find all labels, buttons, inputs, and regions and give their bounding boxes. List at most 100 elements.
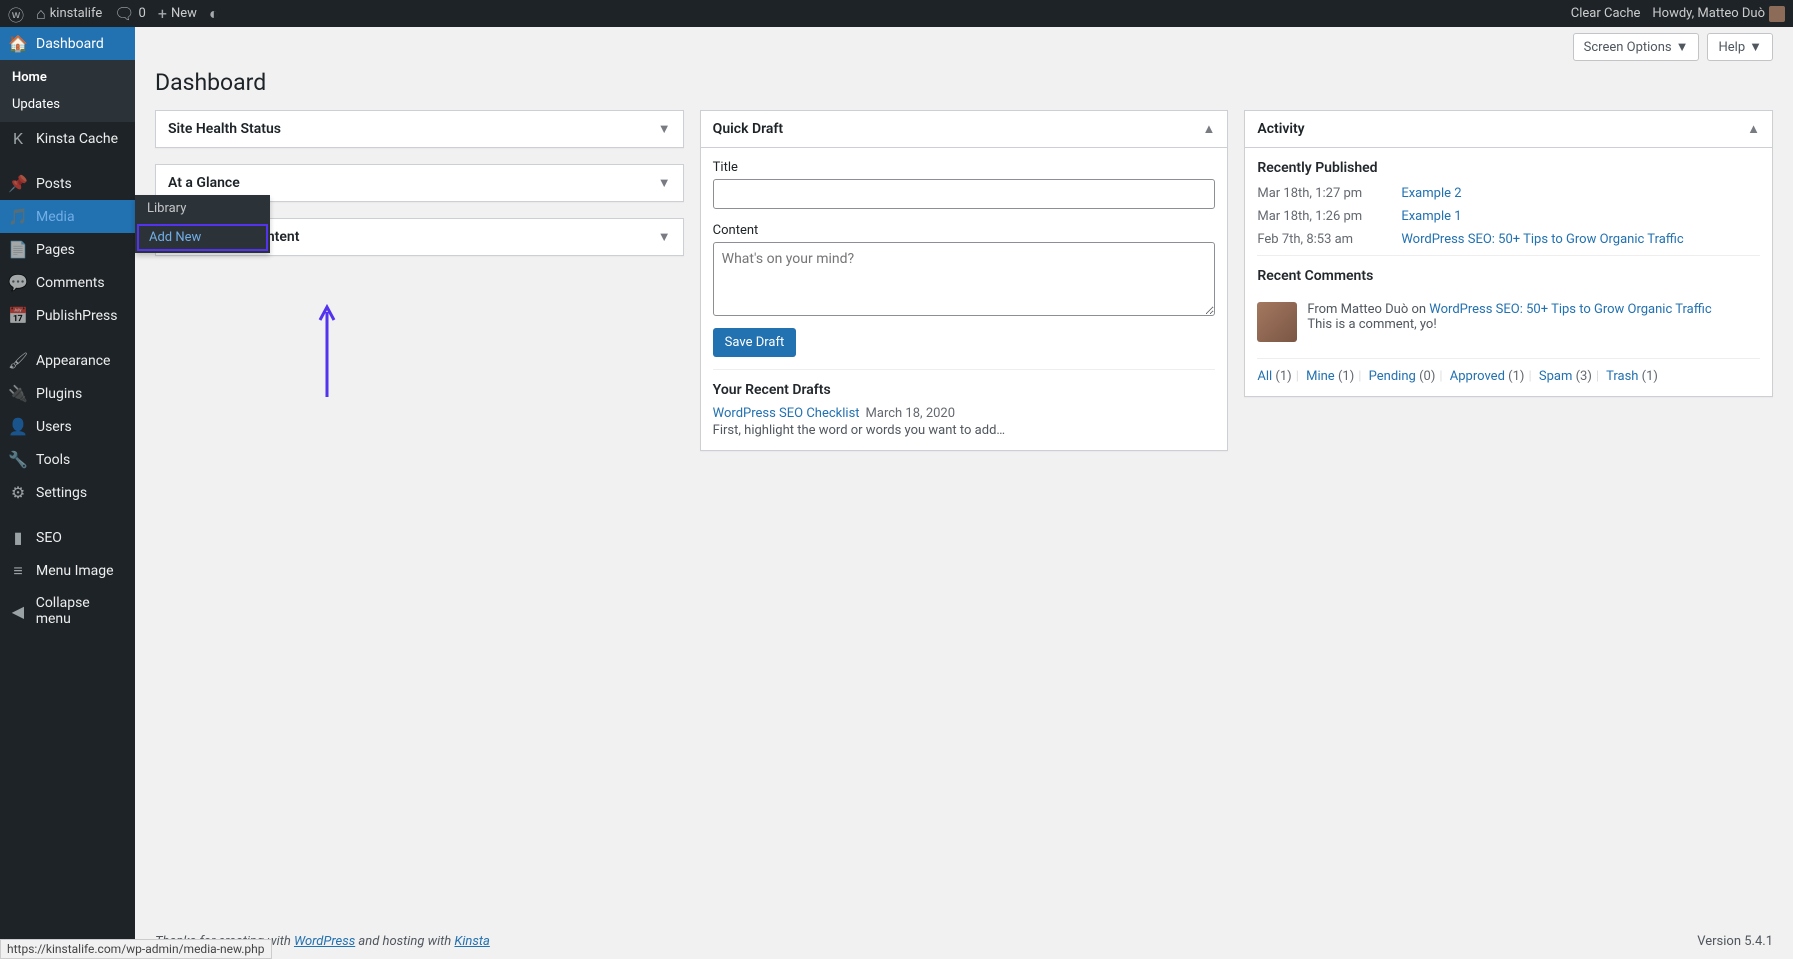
activity-row: Mar 18th, 1:27 pmExample 2 (1257, 186, 1760, 201)
activity-date: Feb 7th, 8:53 am (1257, 232, 1377, 247)
page-title: Dashboard (155, 69, 1773, 96)
metabox-toggle[interactable]: ▲ (1202, 121, 1215, 137)
seo-icon: ▮ (8, 528, 28, 547)
screen-options-label: Screen Options (1584, 40, 1672, 55)
submenu-dashboard: Home Updates (0, 60, 135, 122)
menu-label: Plugins (36, 386, 82, 402)
menu-tools[interactable]: 🔧Tools (0, 443, 135, 476)
activity-link[interactable]: WordPress SEO: 50+ Tips to Grow Organic … (1401, 232, 1683, 247)
menu-label: Menu Image (36, 563, 114, 579)
metabox-quick-draft: Quick Draft▲ Title Content Save Draft Yo… (700, 110, 1229, 451)
menu-settings[interactable]: ⚙Settings (0, 476, 135, 509)
flyout-add-new[interactable]: Add New (137, 224, 268, 251)
menu-seo[interactable]: ▮ SEO (0, 521, 135, 554)
menu-publishpress[interactable]: 📅 PublishPress (0, 299, 135, 332)
metabox-toggle[interactable]: ▼ (658, 175, 671, 191)
filter-mine[interactable]: Mine (1306, 369, 1335, 384)
comments-badge[interactable]: 🗨0 (114, 4, 146, 23)
status-bar-url: https://kinstalife.com/wp-admin/media-ne… (0, 939, 272, 959)
menu-posts[interactable]: 📌 Posts (0, 167, 135, 200)
recent-drafts-title: Your Recent Drafts (713, 382, 1216, 398)
pin-icon: 📌 (8, 174, 28, 193)
main-content: Screen Options ▼ Help ▼ Dashboard Site H… (135, 27, 1793, 959)
media-flyout: Library Add New (135, 195, 270, 253)
menu-users[interactable]: 👤Users (0, 410, 135, 443)
metabox-title: At a Glance (168, 175, 240, 191)
draft-date: March 18, 2020 (866, 406, 956, 421)
flyout-library[interactable]: Library (135, 195, 270, 222)
draft-title-input[interactable] (713, 179, 1216, 209)
filter-trash[interactable]: Trash (1606, 369, 1638, 384)
plus-icon: + (158, 4, 167, 23)
list-icon: ≡ (8, 561, 28, 581)
chevron-down-icon: ▼ (1676, 39, 1689, 55)
menu-media[interactable]: 🎵 Media (0, 200, 135, 233)
pages-icon: 📄 (8, 240, 28, 259)
metabox-toggle[interactable]: ▲ (1747, 121, 1760, 137)
menu-label: Dashboard (36, 36, 104, 52)
menu-label: Media (36, 209, 75, 225)
menu-collapse[interactable]: ◀ Collapse menu (0, 588, 135, 634)
menu-label: SEO (36, 530, 62, 546)
metabox-toggle[interactable]: ▼ (658, 121, 671, 137)
site-name-link[interactable]: ⌂ kinstalife (36, 4, 102, 24)
filter-pending[interactable]: Pending (1369, 369, 1416, 384)
menu-label: Users (36, 419, 72, 435)
menu-label: Comments (36, 275, 105, 291)
menu-label: PublishPress (36, 308, 117, 324)
avatar (1257, 302, 1297, 342)
clear-cache-link[interactable]: Clear Cache (1571, 6, 1641, 21)
howdy-label: Howdy, Matteo Duò (1652, 6, 1765, 21)
menu-pages[interactable]: 📄Pages (0, 233, 135, 266)
save-draft-button[interactable]: Save Draft (713, 328, 797, 357)
yoast-icon: ◐ (209, 4, 219, 24)
metabox-title: Quick Draft (713, 121, 783, 137)
yoast-icon-link[interactable]: ◐ (209, 4, 219, 24)
submenu-home[interactable]: Home (0, 64, 135, 91)
comments-icon: 💬 (8, 273, 28, 292)
filter-all[interactable]: All (1257, 369, 1272, 384)
menu-label: Kinsta Cache (36, 131, 118, 147)
comment-post-link[interactable]: WordPress SEO: 50+ Tips to Grow Organic … (1429, 302, 1711, 317)
menu-comments[interactable]: 💬 Comments (0, 266, 135, 299)
menu-label: Appearance (36, 353, 110, 369)
wp-logo[interactable]: ⓦ (8, 2, 24, 26)
screen-options-button[interactable]: Screen Options ▼ (1573, 33, 1700, 61)
calendar-icon: 📅 (8, 306, 28, 325)
activity-row: Feb 7th, 8:53 am WordPress SEO: 50+ Tips … (1257, 232, 1760, 247)
filter-spam[interactable]: Spam (1539, 369, 1573, 384)
activity-row: Mar 18th, 1:26 pmExample 1 (1257, 209, 1760, 224)
submenu-updates[interactable]: Updates (0, 91, 135, 118)
activity-link[interactable]: Example 2 (1401, 186, 1461, 201)
menu-plugins[interactable]: 🔌Plugins (0, 377, 135, 410)
title-label: Title (713, 160, 1216, 175)
metabox-toggle[interactable]: ▼ (658, 229, 671, 245)
activity-link[interactable]: Example 1 (1401, 209, 1461, 224)
recently-published-title: Recently Published (1257, 160, 1760, 176)
media-icon: 🎵 (8, 207, 28, 226)
kinsta-link[interactable]: Kinsta (454, 934, 489, 949)
comment-icon: 🗨 (114, 4, 134, 23)
site-name-label: kinstalife (50, 6, 103, 21)
dashboard-icon: 🏠 (8, 34, 28, 53)
menu-kinsta-cache[interactable]: KKinsta Cache (0, 122, 135, 155)
home-icon: ⌂ (36, 4, 46, 24)
filter-approved[interactable]: Approved (1450, 369, 1505, 384)
menu-label: Collapse menu (36, 595, 127, 627)
admin-sidebar: 🏠 Dashboard Home Updates KKinsta Cache 📌 P… (0, 27, 135, 959)
collapse-icon: ◀ (8, 602, 28, 621)
wordpress-link[interactable]: WordPress (294, 934, 355, 949)
my-account[interactable]: Howdy, Matteo Duò (1652, 6, 1785, 22)
draft-item: WordPress SEO ChecklistMarch 18, 2020 Fi… (713, 406, 1216, 438)
help-button[interactable]: Help ▼ (1707, 33, 1773, 61)
menu-dashboard[interactable]: 🏠 Dashboard (0, 27, 135, 60)
menu-menu-image[interactable]: ≡ Menu Image (0, 554, 135, 588)
chevron-down-icon: ▼ (1749, 39, 1762, 55)
help-label: Help (1718, 40, 1745, 55)
draft-link[interactable]: WordPress SEO Checklist (713, 406, 860, 421)
comment-body: This is a comment, yo! (1307, 317, 1711, 332)
menu-label: Posts (36, 176, 72, 192)
new-content[interactable]: +New (158, 4, 197, 23)
menu-appearance[interactable]: 🖌Appearance (0, 344, 135, 377)
draft-content-textarea[interactable] (713, 242, 1216, 316)
